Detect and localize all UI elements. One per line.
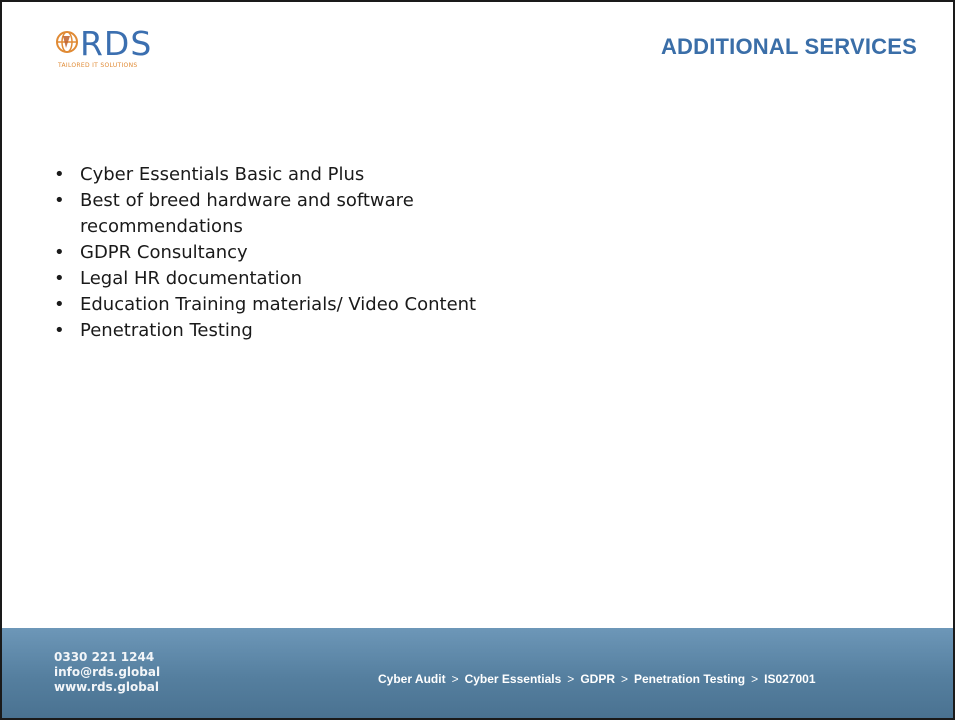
breadcrumb-separator: > bbox=[567, 672, 575, 686]
footer-nav-is027001[interactable]: IS027001 bbox=[764, 672, 815, 686]
footer-nav-cyber-essentials[interactable]: Cyber Essentials bbox=[465, 672, 562, 686]
breadcrumb-separator: > bbox=[451, 672, 459, 686]
footer-nav-gdpr[interactable]: GDPR bbox=[580, 672, 615, 686]
website-url: www.rds.global bbox=[54, 680, 160, 694]
logo-wordmark: RDS bbox=[80, 24, 153, 63]
services-list: Cyber Essentials Basic and Plus Best of … bbox=[48, 162, 528, 344]
list-item: Cyber Essentials Basic and Plus bbox=[48, 162, 528, 188]
footer-nav-cyber-audit[interactable]: Cyber Audit bbox=[378, 672, 446, 686]
list-item: Penetration Testing bbox=[48, 318, 528, 344]
footer: 0330 221 1244 info@rds.global www.rds.gl… bbox=[2, 628, 953, 718]
list-item: GDPR Consultancy bbox=[48, 240, 528, 266]
slide: RDS TAILORED IT SOLUTIONS ADDITIONAL SER… bbox=[0, 0, 955, 720]
logo-tagline: TAILORED IT SOLUTIONS bbox=[58, 62, 138, 69]
rds-logo: RDS TAILORED IT SOLUTIONS bbox=[54, 24, 189, 76]
breadcrumb-separator: > bbox=[620, 672, 628, 686]
list-item: Legal HR documentation bbox=[48, 266, 528, 292]
breadcrumb-separator: > bbox=[751, 672, 759, 686]
list-item: Education Training materials/ Video Cont… bbox=[48, 292, 528, 318]
list-item: Best of breed hardware and software reco… bbox=[48, 188, 528, 240]
page-title: ADDITIONAL SERVICES bbox=[660, 34, 917, 59]
footer-breadcrumb: Cyber Audit > Cyber Essentials > GDPR > Penetr… bbox=[378, 672, 816, 686]
contact-info: 0330 221 1244 info@rds.global www.rds.gl… bbox=[54, 650, 160, 695]
phone-number: 0330 221 1244 bbox=[54, 650, 155, 664]
footer-nav-penetration-testing[interactable]: Penetration Testing bbox=[634, 672, 745, 686]
email-address: info@rds.global bbox=[54, 665, 161, 679]
